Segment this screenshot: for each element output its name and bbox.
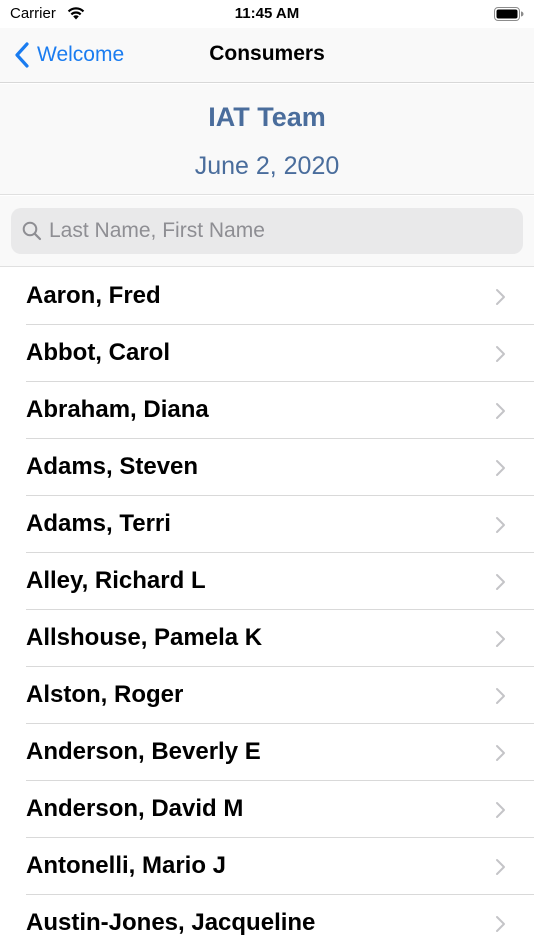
- chevron-right-icon: [496, 346, 505, 362]
- team-name: IAT Team: [208, 102, 326, 132]
- navigation-bar: Welcome Consumers: [0, 28, 534, 83]
- chevron-right-icon: [496, 517, 505, 533]
- consumer-row[interactable]: Alston, Roger: [0, 667, 534, 724]
- consumer-row[interactable]: Aaron, Fred: [0, 268, 534, 325]
- chevron-right-icon: [496, 745, 505, 761]
- chevron-right-icon: [496, 688, 505, 704]
- search-bar[interactable]: [11, 208, 523, 254]
- consumer-name: Austin-Jones, Jacqueline: [26, 909, 316, 936]
- consumer-row[interactable]: Alley, Richard L: [0, 553, 534, 610]
- consumer-name: Antonelli, Mario J: [26, 852, 227, 879]
- consumer-name: Alston, Roger: [26, 681, 184, 708]
- consumer-row[interactable]: Abbot, Carol: [0, 325, 534, 382]
- consumer-row[interactable]: Adams, Steven: [0, 439, 534, 496]
- header-date: June 2, 2020: [194, 152, 340, 180]
- consumer-name: Anderson, David M: [26, 795, 244, 822]
- status-bar: Carrier 11:45 AM: [0, 0, 534, 28]
- chevron-right-icon: [496, 460, 505, 476]
- consumer-row[interactable]: Allshouse, Pamela K: [0, 610, 534, 667]
- chevron-right-icon: [496, 802, 505, 818]
- chevron-right-icon: [496, 916, 505, 932]
- consumer-row[interactable]: Antonelli, Mario J: [0, 838, 534, 895]
- consumer-name: Abraham, Diana: [26, 396, 209, 423]
- chevron-right-icon: [496, 289, 505, 305]
- consumer-name: Anderson, Beverly E: [26, 738, 261, 765]
- consumer-row[interactable]: Anderson, Beverly E: [0, 724, 534, 781]
- consumer-row[interactable]: Adams, Terri: [0, 496, 534, 553]
- consumer-name: Aaron, Fred: [26, 282, 161, 309]
- page-title: Consumers: [209, 42, 325, 65]
- consumer-row[interactable]: Anderson, David M: [0, 781, 534, 838]
- consumer-name: Abbot, Carol: [26, 339, 170, 366]
- search-icon: [22, 221, 42, 241]
- consumer-row[interactable]: Abraham, Diana: [0, 382, 534, 439]
- team-header: IAT Team June 2, 2020: [0, 84, 534, 195]
- search-area: [0, 196, 534, 267]
- consumer-row[interactable]: Austin-Jones, Jacqueline: [0, 895, 534, 950]
- chevron-right-icon: [496, 859, 505, 875]
- consumer-name: Adams, Terri: [26, 510, 171, 537]
- consumer-name: Adams, Steven: [26, 453, 199, 480]
- chevron-right-icon: [496, 631, 505, 647]
- status-time: 11:45 AM: [234, 5, 300, 22]
- chevron-right-icon: [496, 403, 505, 419]
- battery-icon: [494, 7, 524, 21]
- chevron-right-icon: [496, 574, 505, 590]
- search-input[interactable]: [49, 208, 509, 254]
- consumer-name: Alley, Richard L: [26, 567, 206, 594]
- consumer-name: Allshouse, Pamela K: [26, 624, 263, 651]
- consumer-list: Aaron, Fred Abbot, Carol Abraham, Diana Ada…: [0, 268, 534, 950]
